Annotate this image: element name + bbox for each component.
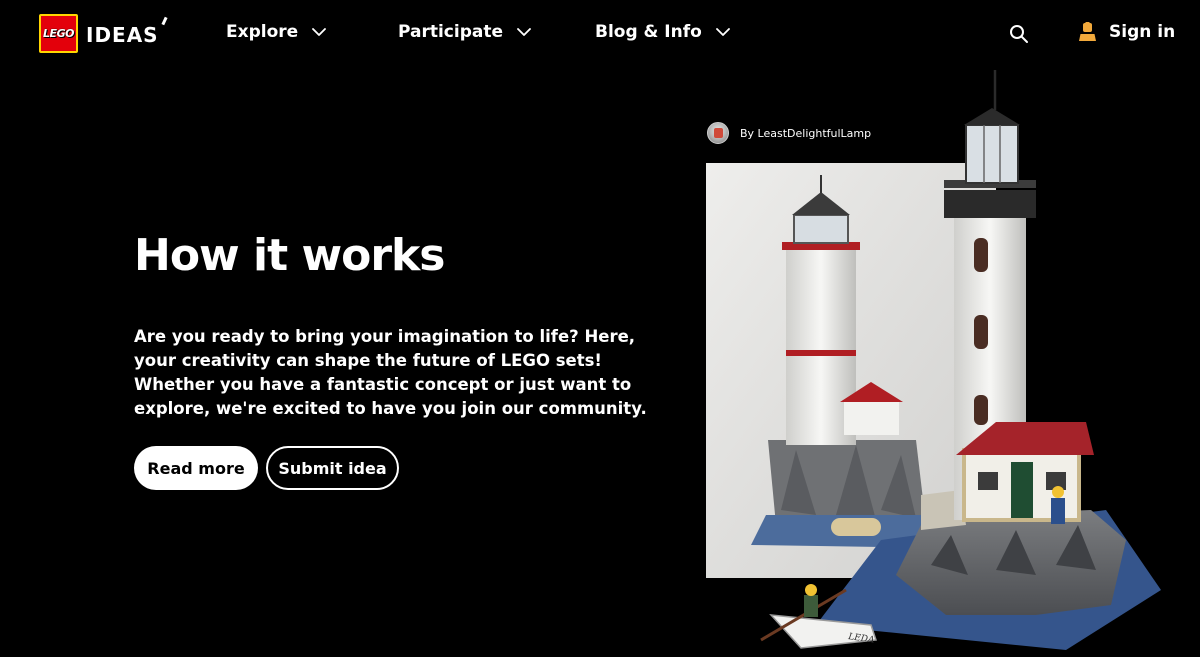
chevron-down-icon	[715, 27, 730, 36]
chevron-down-icon	[312, 27, 327, 36]
submit-idea-button[interactable]: Submit idea	[266, 446, 399, 490]
read-more-button[interactable]: Read more	[134, 446, 258, 490]
page-title: How it works	[134, 230, 445, 281]
hero-description: Are you ready to bring your imagination …	[134, 327, 647, 418]
lego-badge-text: LEGO	[43, 27, 74, 40]
sign-in-label: Sign in	[1109, 22, 1176, 42]
nav-participate[interactable]: Participate	[398, 22, 531, 42]
featured-lighthouse-image: LEDA	[706, 70, 1161, 650]
lego-logo-badge: LEGO	[39, 14, 78, 53]
nav-blog-info-label: Blog & Info	[595, 22, 702, 42]
ideas-wordmark: IDEAS	[86, 16, 168, 47]
chevron-down-icon	[517, 27, 531, 36]
nav-explore[interactable]: Explore	[226, 22, 327, 42]
search-icon[interactable]	[1009, 24, 1029, 44]
nav-explore-label: Explore	[226, 22, 299, 42]
ideas-tick-mark	[161, 16, 168, 25]
page: LEGO IDEAS Explore Participate Blog & In…	[0, 0, 1200, 657]
lego-ideas-logo[interactable]: LEGO IDEAS	[39, 14, 168, 53]
nav-participate-label: Participate	[398, 22, 504, 42]
user-icon	[1079, 22, 1096, 41]
nav-blog-info[interactable]: Blog & Info	[595, 22, 730, 42]
sign-in-button[interactable]: Sign in	[1078, 22, 1175, 42]
ideas-wordmark-text: IDEAS	[86, 22, 159, 47]
